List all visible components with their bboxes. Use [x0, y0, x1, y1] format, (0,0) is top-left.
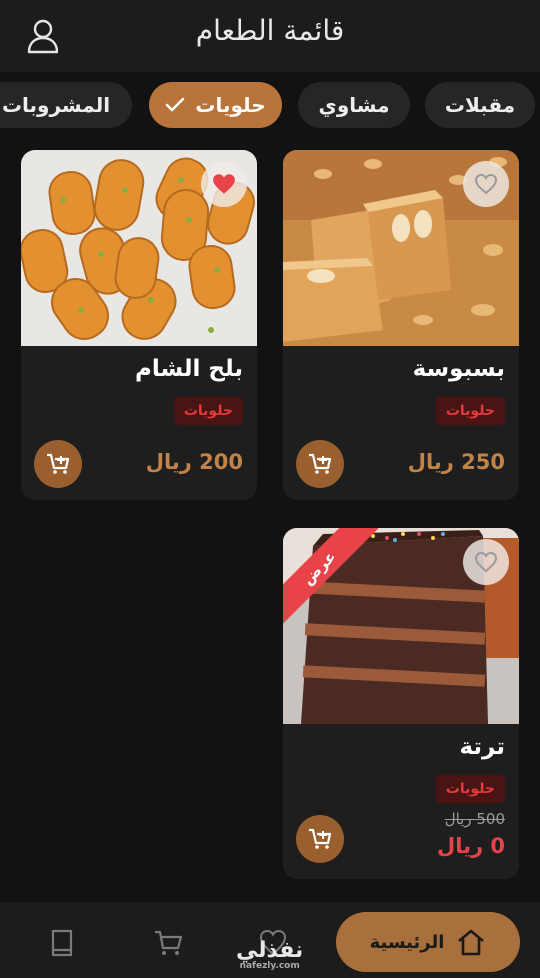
category-badge: حلويات — [435, 397, 505, 425]
add-to-cart-button[interactable] — [296, 440, 344, 488]
app-header: قائمة الطعام — [0, 0, 540, 72]
cart-plus-icon — [309, 453, 332, 474]
product-card-balah-al-sham[interactable]: بلح الشام حلويات 200 ريال — [21, 150, 257, 500]
watermark: نفذلي nafezly.com — [236, 938, 303, 971]
product-card-torta[interactable]: عرض ترتة حلويات 500 ريال 0 ريال — [283, 528, 519, 879]
favorite-button[interactable] — [463, 161, 509, 207]
favorite-button[interactable] — [463, 539, 509, 585]
watermark-en: nafezly.com — [239, 961, 300, 971]
cart-plus-icon — [309, 828, 332, 849]
old-price: 500 ريال — [444, 810, 505, 828]
user-icon[interactable] — [26, 18, 60, 54]
tab-grills[interactable]: مشاوي — [298, 82, 410, 128]
tab-drinks[interactable]: المشروبات — [0, 82, 132, 128]
add-to-cart-button[interactable] — [34, 440, 82, 488]
heart-outline-icon — [474, 173, 498, 195]
product-price: 250 ريال — [407, 450, 505, 474]
cart-plus-icon — [47, 453, 70, 474]
watermark-ar: نفذلي — [236, 938, 304, 963]
product-name: بلح الشام — [134, 356, 243, 382]
tab-label: حلويات — [195, 93, 266, 117]
heart-outline-icon — [474, 551, 498, 573]
category-badge: حلويات — [435, 775, 505, 803]
product-name: ترتة — [459, 734, 505, 760]
tab-label: مشاوي — [318, 93, 390, 117]
category-tabs: مقبلات مشاوي حلويات المشروبات — [0, 82, 540, 130]
page-title: قائمة الطعام — [195, 14, 345, 47]
tab-label: مقبلات — [444, 93, 516, 117]
nav-cart-icon[interactable] — [153, 928, 183, 958]
product-card-basbousa[interactable]: بسبوسة حلويات 250 ريال — [283, 150, 519, 500]
nav-home-label: الرئيسية — [369, 931, 445, 953]
tab-appetizers[interactable]: مقبلات — [425, 82, 535, 128]
sale-price: 0 ريال — [436, 834, 505, 858]
add-to-cart-button[interactable] — [296, 815, 344, 863]
home-icon — [458, 929, 485, 956]
nav-orders-icon[interactable] — [47, 928, 77, 958]
tab-desserts[interactable]: حلويات — [149, 82, 282, 128]
product-name: بسبوسة — [412, 356, 505, 382]
product-price: 200 ريال — [145, 450, 243, 474]
category-badge: حلويات — [173, 397, 243, 425]
check-icon — [166, 97, 185, 112]
nav-home-button[interactable]: الرئيسية — [336, 912, 520, 972]
heart-filled-icon — [213, 174, 235, 194]
favorite-button[interactable] — [201, 161, 247, 207]
tab-label: المشروبات — [1, 93, 111, 117]
